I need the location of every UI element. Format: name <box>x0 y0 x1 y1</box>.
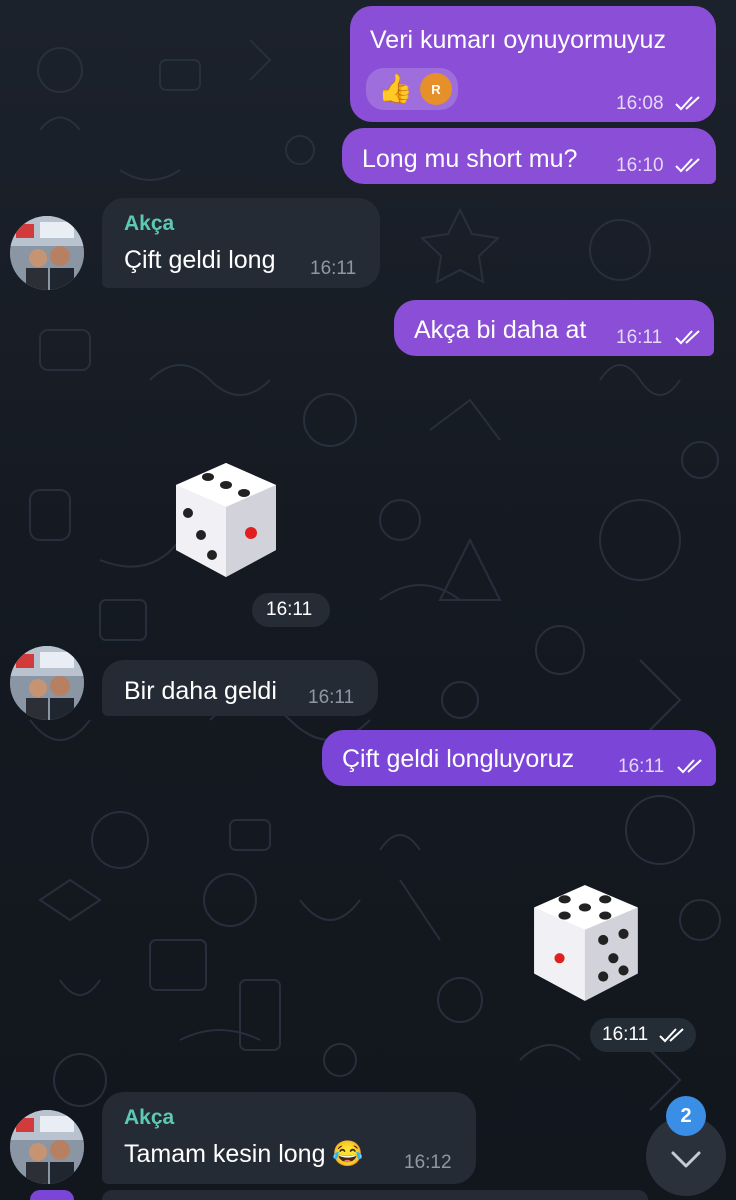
dice-icon[interactable] <box>156 455 286 585</box>
next-avatar-partial <box>30 1190 74 1200</box>
message-time: 16:11 <box>616 327 663 348</box>
message-bubble-outgoing[interactable]: Çift geldi longluyoruz 16:11 <box>322 730 716 786</box>
message-bubble-outgoing[interactable]: Veri kumarı oynuyormuyuz 👍 R 16:08 <box>350 6 716 122</box>
dice-time-pill: 16:11 <box>590 1018 696 1052</box>
double-check-read-icon <box>659 1028 684 1043</box>
thumbs-up-reaction-icon: 👍 <box>378 73 413 104</box>
message-time: 16:08 <box>616 93 664 114</box>
double-check-read-icon <box>675 96 700 111</box>
reactions-bar[interactable]: 👍 R <box>366 68 458 110</box>
sender-name[interactable]: Akça <box>124 212 174 236</box>
message-time: 16:11 <box>266 599 313 620</box>
unread-count-badge[interactable]: 2 <box>666 1096 706 1136</box>
message-text: Akça bi daha at <box>414 316 587 344</box>
message-time: 16:11 <box>308 687 355 708</box>
dice-icon[interactable] <box>524 877 656 1009</box>
message-bubble-outgoing[interactable]: Long mu short mu? 16:10 <box>342 128 716 184</box>
message-bubble-outgoing[interactable]: Akça bi daha at 16:11 <box>394 300 714 356</box>
message-text: Bir daha geldi <box>124 677 277 705</box>
message-time: 16:10 <box>616 155 664 176</box>
double-check-read-icon <box>675 330 700 345</box>
sender-avatar[interactable] <box>10 1110 84 1184</box>
avatar-photo-icon <box>10 216 84 290</box>
dice-time-pill: 16:11 <box>252 593 330 627</box>
chat-area[interactable]: Veri kumarı oynuyormuyuz 👍 R 16:08 Long … <box>0 0 736 1200</box>
reactor-avatar: R <box>420 73 452 105</box>
sender-name[interactable]: Akça <box>124 1106 174 1130</box>
sender-avatar[interactable] <box>10 646 84 720</box>
message-text: Veri kumarı oynuyormuyuz <box>370 26 666 54</box>
avatar-photo-icon <box>10 646 84 720</box>
message-bubble-incoming[interactable]: Bir daha geldi 16:11 <box>102 660 378 716</box>
next-message-bubble-partial <box>102 1190 648 1200</box>
message-time: 16:11 <box>602 1024 649 1045</box>
message-time: 16:11 <box>618 756 665 777</box>
message-bubble-incoming[interactable]: Akça Çift geldi long 16:11 <box>102 198 380 288</box>
avatar-photo-icon <box>10 1110 84 1184</box>
message-time: 16:11 <box>310 258 357 279</box>
message-text: Çift geldi longluyoruz <box>342 745 575 773</box>
message-bubble-incoming[interactable]: Akça Tamam kesin long 😂 16:12 <box>102 1092 476 1184</box>
double-check-read-icon <box>675 158 700 173</box>
double-check-read-icon <box>677 759 702 774</box>
message-text: Tamam kesin long 😂 <box>124 1140 364 1168</box>
message-text: Çift geldi long <box>124 246 276 274</box>
sender-avatar[interactable] <box>10 216 84 290</box>
message-text: Long mu short mu? <box>362 145 578 173</box>
message-time: 16:12 <box>404 1152 452 1173</box>
